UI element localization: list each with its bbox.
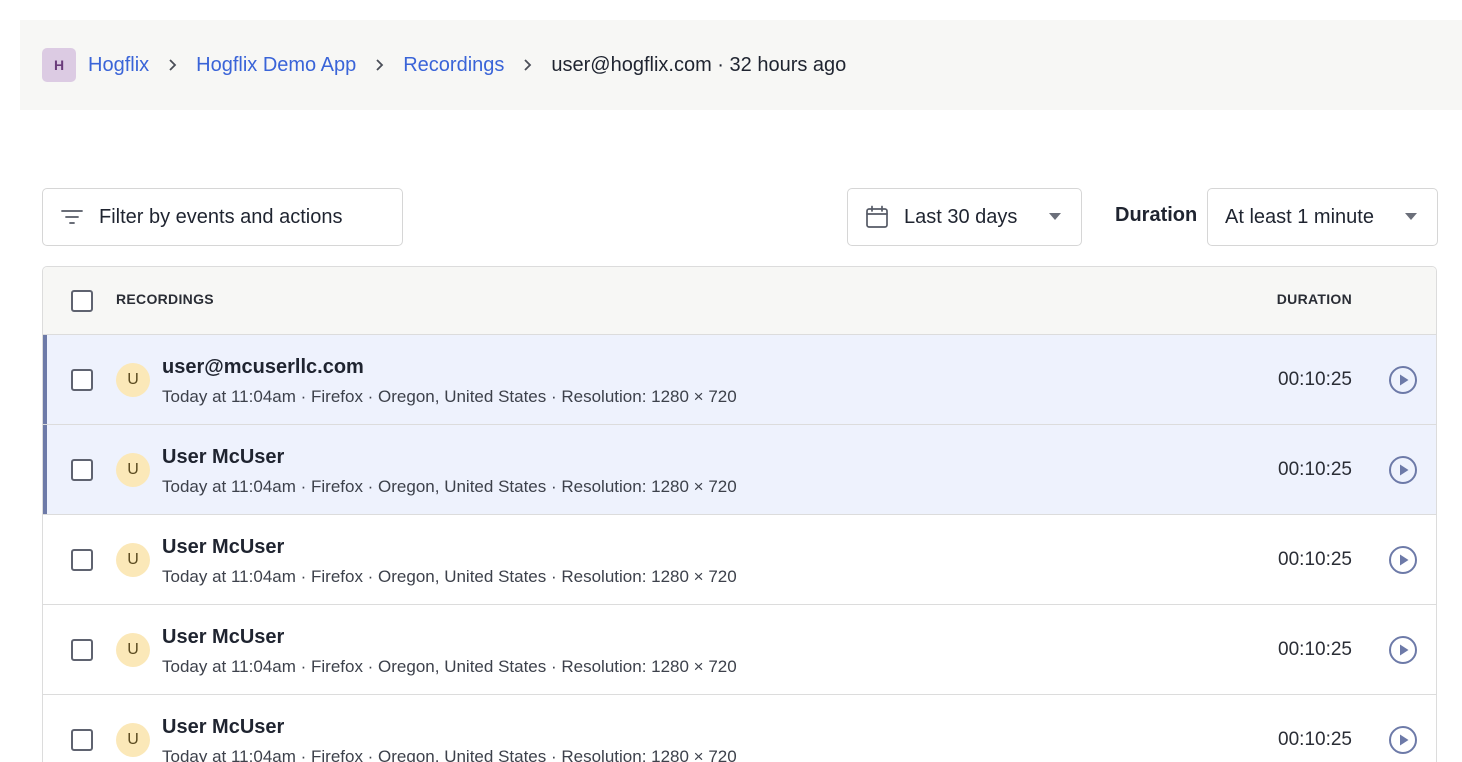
duration-filter-label: Duration: [1115, 204, 1198, 226]
filter-events-label: Filter by events and actions: [99, 205, 343, 228]
play-circle-icon[interactable]: [1388, 455, 1418, 485]
recording-row[interactable]: U user@mcuserllc.com Today at 11:04am · …: [43, 335, 1436, 425]
play-circle-icon[interactable]: [1388, 635, 1418, 665]
top-bar: H Hogflix Hogflix Demo App Recordings us…: [20, 20, 1462, 110]
person-avatar: U: [116, 633, 150, 667]
column-header-duration: DURATION: [1276, 291, 1352, 307]
row-checkbox[interactable]: [71, 729, 93, 751]
caret-down-icon: [1405, 213, 1417, 220]
recording-duration: 00:10:25: [1278, 639, 1352, 660]
caret-down-icon: [1049, 213, 1061, 220]
calendar-icon: [864, 204, 890, 230]
person-avatar: U: [116, 453, 150, 487]
recording-meta: Today at 11:04am · Firefox · Oregon, Uni…: [162, 657, 737, 676]
person-avatar: U: [116, 543, 150, 577]
breadcrumb: H Hogflix Hogflix Demo App Recordings us…: [42, 48, 846, 82]
recording-row[interactable]: U User McUser Today at 11:04am · Firefox…: [43, 425, 1436, 515]
play-circle-icon[interactable]: [1388, 725, 1418, 755]
recording-duration: 00:10:25: [1278, 549, 1352, 570]
recording-duration: 00:10:25: [1278, 729, 1352, 750]
filter-lines-icon: [59, 204, 85, 230]
recording-meta: Today at 11:04am · Firefox · Oregon, Uni…: [162, 567, 737, 586]
table-body: U user@mcuserllc.com Today at 11:04am · …: [43, 335, 1436, 762]
date-range-select[interactable]: Last 30 days: [847, 188, 1082, 246]
play-circle-icon[interactable]: [1388, 365, 1418, 395]
recording-person: User McUser: [162, 536, 285, 558]
play-circle-icon[interactable]: [1388, 545, 1418, 575]
person-avatar: U: [116, 723, 150, 757]
column-header-recordings: RECORDINGS: [116, 291, 214, 307]
recording-row[interactable]: U User McUser Today at 11:04am · Firefox…: [43, 695, 1436, 762]
duration-select-value: At least 1 minute: [1225, 205, 1374, 228]
chevron-right-icon: [149, 58, 196, 72]
recording-meta: Today at 11:04am · Firefox · Oregon, Uni…: [162, 477, 737, 496]
recording-row[interactable]: U User McUser Today at 11:04am · Firefox…: [43, 605, 1436, 695]
date-range-value: Last 30 days: [904, 205, 1018, 228]
breadcrumb-current: user@hogflix.com · 32 hours ago: [551, 53, 847, 76]
chevron-right-icon: [504, 58, 551, 72]
row-checkbox[interactable]: [71, 549, 93, 571]
breadcrumb-recordings-link[interactable]: Recordings: [403, 54, 504, 77]
recording-meta: Today at 11:04am · Firefox · Oregon, Uni…: [162, 387, 737, 406]
recording-person: User McUser: [162, 446, 285, 468]
recording-person: User McUser: [162, 626, 285, 648]
chevron-right-icon: [356, 58, 403, 72]
filter-events-button[interactable]: Filter by events and actions: [42, 188, 403, 246]
recording-duration: 00:10:25: [1278, 369, 1352, 390]
recording-row[interactable]: U User McUser Today at 11:04am · Firefox…: [43, 515, 1436, 605]
row-checkbox[interactable]: [71, 639, 93, 661]
row-checkbox[interactable]: [71, 369, 93, 391]
select-all-checkbox[interactable]: [71, 290, 93, 312]
recordings-table: RECORDINGS DURATION U user@mcuserllc.com…: [42, 266, 1437, 762]
recording-person: User McUser: [162, 716, 285, 738]
breadcrumb-org-link[interactable]: Hogflix: [88, 54, 149, 77]
recording-duration: 00:10:25: [1278, 459, 1352, 480]
table-header: RECORDINGS DURATION: [43, 267, 1436, 335]
recording-person: user@mcuserllc.com: [162, 356, 364, 378]
project-avatar: H: [42, 48, 76, 82]
row-checkbox[interactable]: [71, 459, 93, 481]
breadcrumb-project-link[interactable]: Hogflix Demo App: [196, 54, 356, 77]
person-avatar: U: [116, 363, 150, 397]
recording-meta: Today at 11:04am · Firefox · Oregon, Uni…: [162, 747, 737, 762]
duration-select[interactable]: At least 1 minute: [1207, 188, 1438, 246]
